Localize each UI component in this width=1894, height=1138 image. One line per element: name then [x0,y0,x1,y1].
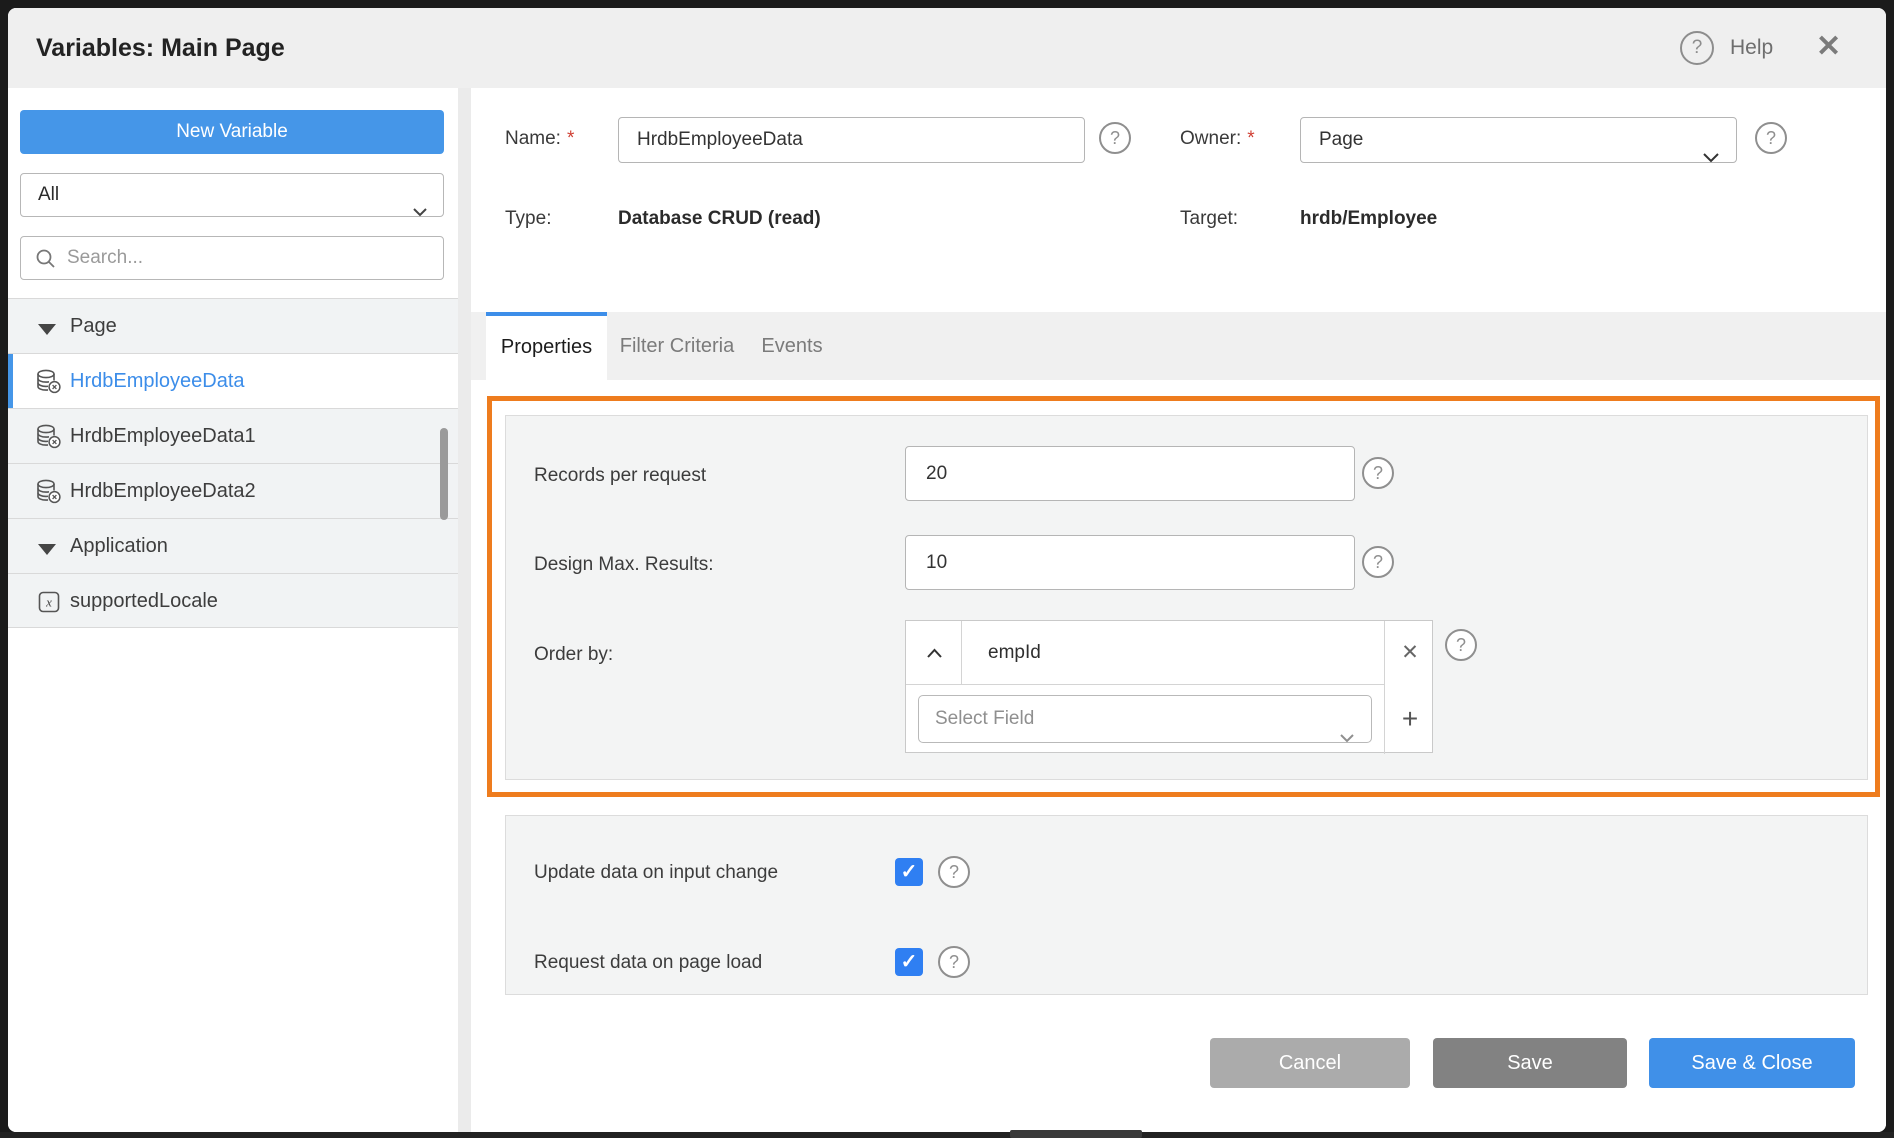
tree-group-application[interactable]: Application [8,518,458,573]
save-close-button[interactable]: Save & Close [1649,1038,1855,1088]
cancel-button[interactable]: Cancel [1210,1038,1410,1088]
type-label: Type: [505,208,551,230]
order-by-row: empId [906,621,1384,685]
screen-background: Variables: Main Page ? Help ✕ New Variab… [0,0,1894,1138]
variable-editor-panel: Name:* ? Owner:* Page ? Type: Database C… [471,88,1886,1132]
close-icon[interactable]: ✕ [1816,8,1841,86]
help-link[interactable]: Help [1730,8,1773,88]
add-field-icon[interactable]: + [1385,685,1435,754]
collapse-triangle-icon [38,324,56,335]
order-by-help-icon[interactable]: ? [1445,629,1477,661]
sort-direction-button[interactable] [906,621,962,685]
collapse-triangle-icon [38,544,56,555]
tab-properties[interactable]: Properties [486,312,607,380]
required-marker: * [1247,128,1254,149]
dialog-header: Variables: Main Page ? Help ✕ [8,8,1886,88]
target-label: Target: [1180,208,1238,230]
tree-group-label: Page [70,299,117,354]
name-help-icon[interactable]: ? [1099,122,1131,154]
select-field-placeholder: Select Field [935,708,1034,729]
dialog-title: Variables: Main Page [36,8,285,88]
records-per-request-field[interactable] [905,446,1355,501]
required-marker: * [567,128,574,149]
search-icon [35,248,57,270]
records-help-icon[interactable]: ? [1362,457,1394,489]
tree-item-label: HrdbEmployeeData [70,354,245,409]
remove-field-icon[interactable]: ✕ [1385,621,1435,685]
tree-item-hrdbemployeedata[interactable]: HrdbEmployeeData [8,353,458,408]
request-data-checkbox[interactable]: ✓ [895,948,923,976]
tree-item-hrdbemployeedata2[interactable]: HrdbEmployeeData2 [8,463,458,518]
variables-tree: Page HrdbEmployeeDa [8,298,458,628]
save-button[interactable]: Save [1433,1038,1627,1088]
search-input[interactable] [67,238,437,278]
order-by-label: Order by: [534,644,613,666]
background-cutoff-fragment [1010,1130,1142,1138]
tree-item-label: HrdbEmployeeData1 [70,409,256,464]
name-field[interactable] [618,117,1085,163]
update-data-help-icon[interactable]: ? [938,856,970,888]
select-field-dropdown[interactable]: Select Field [918,695,1372,743]
chevron-down-icon [1702,136,1720,180]
database-icon [35,478,62,510]
records-per-request-label: Records per request [534,465,706,487]
variables-sidebar: New Variable All Page [8,88,458,1132]
sidebar-divider [458,88,471,1132]
svg-text:x: x [45,595,52,610]
request-data-help-icon[interactable]: ? [938,946,970,978]
new-variable-button[interactable]: New Variable [20,110,444,154]
variable-search [20,236,444,280]
owner-label: Owner:* [1180,128,1255,150]
name-label: Name:* [505,128,574,150]
design-max-results-label: Design Max. Results: [534,554,714,576]
database-icon [35,368,62,400]
variable-filter-value: All [38,184,59,205]
order-by-editor: empId ✕ + Select Field [905,620,1433,753]
tab-events[interactable]: Events [747,312,837,380]
update-data-label: Update data on input change [534,862,778,884]
update-data-checkbox[interactable]: ✓ [895,858,923,886]
chevron-up-icon [926,648,943,659]
order-by-field-value[interactable]: empId [988,621,1041,685]
tree-group-label: Application [70,519,168,574]
background-bottom-bar [0,1132,1894,1138]
owner-help-icon[interactable]: ? [1755,122,1787,154]
design-help-icon[interactable]: ? [1362,546,1394,578]
help-icon[interactable]: ? [1680,31,1714,65]
load-options-panel: Update data on input change Request data… [505,815,1868,995]
design-max-results-field[interactable] [905,535,1355,590]
type-value: Database CRUD (read) [618,208,821,230]
tab-bar: Properties Filter Criteria Events [471,312,1886,380]
variable-filter-dropdown[interactable]: All [20,173,444,217]
chevron-down-icon [1339,715,1355,761]
variables-dialog: Variables: Main Page ? Help ✕ New Variab… [8,8,1886,1132]
owner-dropdown[interactable]: Page [1300,117,1737,163]
database-icon [35,423,62,455]
sidebar-scrollbar-thumb[interactable] [440,428,448,520]
tree-group-page[interactable]: Page [8,298,458,353]
expression-icon: x [37,590,61,619]
tree-item-label: HrdbEmployeeData2 [70,464,256,519]
tree-item-hrdbemployeedata1[interactable]: HrdbEmployeeData1 [8,408,458,463]
request-data-label: Request data on page load [534,952,762,974]
chevron-down-icon [412,191,428,233]
order-by-actions-column: ✕ + [1384,621,1434,754]
target-value: hrdb/Employee [1300,208,1437,230]
owner-value: Page [1319,129,1363,150]
tab-filter-criteria[interactable]: Filter Criteria [607,312,747,380]
tree-item-label: supportedLocale [70,574,218,629]
tree-item-supportedlocale[interactable]: x supportedLocale [8,573,458,628]
